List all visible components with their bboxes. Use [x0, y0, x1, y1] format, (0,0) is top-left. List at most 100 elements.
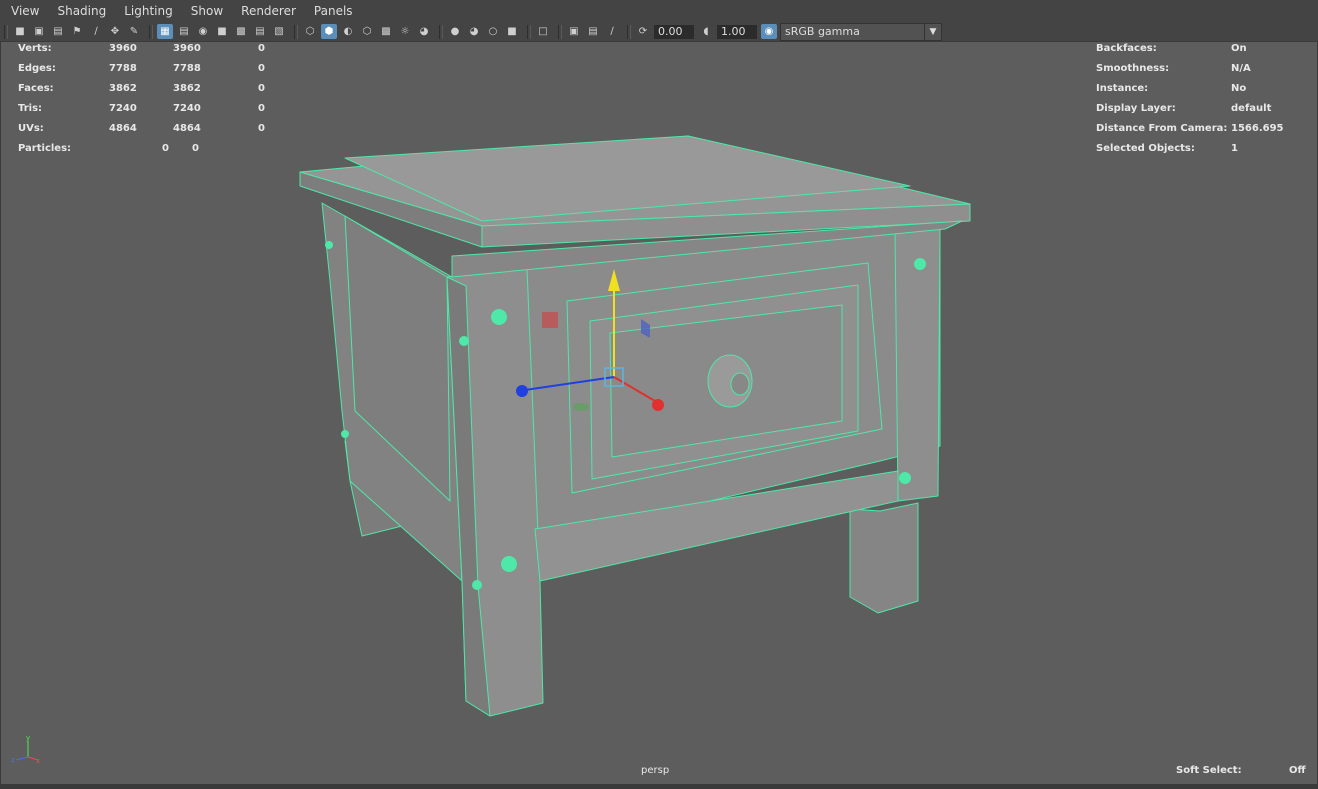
hud-value: 0 — [258, 63, 265, 74]
menu-panels[interactable]: Panels — [303, 4, 360, 18]
hud-row-backfaces: Backfaces: On — [1096, 42, 1311, 62]
soft-select-value: Off — [1289, 765, 1306, 776]
hud-value: 7240 — [173, 103, 201, 114]
back-right-leg — [849, 502, 919, 614]
grid-icon[interactable]: ▦ — [157, 24, 173, 39]
toolbar-separator — [4, 24, 8, 39]
viewport-bottom-border — [0, 785, 1318, 789]
gizmo-z-label: z — [11, 756, 15, 764]
hud-label: Tris: — [18, 103, 43, 114]
safe-action-icon[interactable]: ▤ — [252, 24, 268, 39]
gizmo-z-axis — [15, 756, 29, 761]
xray-joints-icon[interactable]: ▤ — [585, 24, 601, 39]
color-management-icon[interactable]: ◉ — [761, 24, 777, 39]
hud-value: No — [1231, 83, 1247, 94]
lights-icon[interactable]: ☼ — [397, 24, 413, 39]
hud-label: Display Layer: — [1096, 103, 1176, 114]
poly-count-hud: Verts: 3960 3960 0 Edges: 7788 7788 0 Fa… — [18, 42, 278, 162]
view-transform-value: sRGB gamma — [785, 25, 860, 38]
xray-icon[interactable]: ▣ — [566, 24, 582, 39]
gamma-field[interactable]: 1.00 — [717, 24, 757, 39]
hud-value: 0 — [162, 143, 169, 154]
toolbar-separator — [627, 24, 631, 39]
exposure-field[interactable]: 0.00 — [654, 24, 694, 39]
hud-value: N/A — [1231, 63, 1251, 74]
isolate-select-icon[interactable]: □ — [535, 24, 551, 39]
hud-value: On — [1231, 43, 1247, 54]
hud-row-distance: Distance From Camera: 1566.695 — [1096, 122, 1311, 142]
xz-plane-handle[interactable] — [573, 403, 589, 411]
dowel-dot — [491, 309, 507, 325]
dowel-dot — [899, 472, 911, 484]
gizmo-y-label: y — [26, 734, 30, 742]
hud-value: 0 — [258, 43, 265, 54]
default-material-icon[interactable]: ◐ — [340, 24, 356, 39]
menu-lighting[interactable]: Lighting — [113, 4, 180, 18]
camera-bookmark-icon[interactable]: ▤ — [50, 24, 66, 39]
menu-show[interactable]: Show — [180, 4, 230, 18]
dowel-dot — [341, 430, 349, 438]
grease-pencil-icon[interactable]: ✎ — [126, 24, 142, 39]
x-axis-arrow-icon[interactable] — [652, 399, 664, 411]
shadows-icon[interactable]: ◕ — [416, 24, 432, 39]
hud-value: 4864 — [109, 123, 137, 134]
hud-row-faces: Faces: 3862 3862 0 — [18, 82, 278, 102]
menu-shading[interactable]: Shading — [46, 4, 113, 18]
hud-label: Distance From Camera: — [1096, 123, 1228, 134]
hud-value: 7788 — [173, 63, 201, 74]
film-gate-icon[interactable]: ▤ — [176, 24, 192, 39]
dowel-dot — [914, 258, 926, 270]
hud-value: 3960 — [109, 43, 137, 54]
dowel-dot — [501, 556, 517, 572]
xy-plane-handle[interactable] — [542, 312, 558, 328]
view-transform-dropdown[interactable]: sRGB gamma ▼ — [780, 22, 942, 41]
soft-select-label: Soft Select: — [1176, 765, 1242, 776]
field-chart-icon[interactable]: ▩ — [233, 24, 249, 39]
motion-blur-icon[interactable]: ◕ — [466, 24, 482, 39]
hud-label: Faces: — [18, 83, 54, 94]
hud-label: Edges: — [18, 63, 56, 74]
wireframe-on-shaded-icon[interactable]: ⬡ — [359, 24, 375, 39]
hud-label: UVs: — [18, 123, 44, 134]
chevron-down-icon: ▼ — [924, 23, 941, 40]
menu-view[interactable]: View — [0, 4, 46, 18]
hud-value: 3862 — [173, 83, 201, 94]
hud-label: Particles: — [18, 143, 72, 154]
toolbar-separator — [527, 24, 531, 39]
smooth-shade-icon[interactable]: ⬢ — [321, 24, 337, 39]
wireframe-icon[interactable]: ⬡ — [302, 24, 318, 39]
toolbar-separator — [558, 24, 562, 39]
viewport-menubar: View Shading Lighting Show Renderer Pane… — [0, 0, 1318, 22]
hud-label: Backfaces: — [1096, 43, 1157, 54]
depth-of-field-icon[interactable]: ■ — [504, 24, 520, 39]
safe-title-icon[interactable]: ▧ — [271, 24, 287, 39]
gate-mask-icon[interactable]: ■ — [214, 24, 230, 39]
nightstand-model — [299, 135, 971, 717]
menu-renderer[interactable]: Renderer — [230, 4, 303, 18]
z-axis-arrow-icon[interactable] — [516, 385, 528, 397]
resolution-gate-icon[interactable]: ◉ — [195, 24, 211, 39]
toolbar-separator — [439, 24, 443, 39]
hud-value: default — [1231, 103, 1272, 114]
hud-row-instance: Instance: No — [1096, 82, 1311, 102]
screen-space-ao-icon[interactable]: ● — [447, 24, 463, 39]
select-camera-icon[interactable]: ■ — [12, 24, 28, 39]
xray-components-icon[interactable]: ∕ — [604, 24, 620, 39]
hud-value: 0 — [258, 103, 265, 114]
toolbar-separator — [294, 24, 298, 39]
bookmark-icon[interactable]: ⚑ — [69, 24, 85, 39]
hud-row-smoothness: Smoothness: N/A — [1096, 62, 1311, 82]
hud-label: Smoothness: — [1096, 63, 1170, 74]
hud-value: 0 — [258, 123, 265, 134]
camera-attributes-icon[interactable]: ▣ — [31, 24, 47, 39]
image-plane-icon[interactable]: ∕ — [88, 24, 104, 39]
dowel-dot — [325, 241, 333, 249]
object-details-hud: Backfaces: On Smoothness: N/A Instance: … — [1096, 42, 1311, 162]
hud-value: 4864 — [173, 123, 201, 134]
textured-icon[interactable]: ▩ — [378, 24, 394, 39]
anti-aliasing-icon[interactable]: ○ — [485, 24, 501, 39]
exposure-icon[interactable]: ⟳ — [635, 24, 651, 39]
drawer-knob-center — [730, 372, 750, 396]
gamma-icon[interactable]: ◖ — [698, 24, 714, 39]
2d-pan-zoom-icon[interactable]: ✥ — [107, 24, 123, 39]
